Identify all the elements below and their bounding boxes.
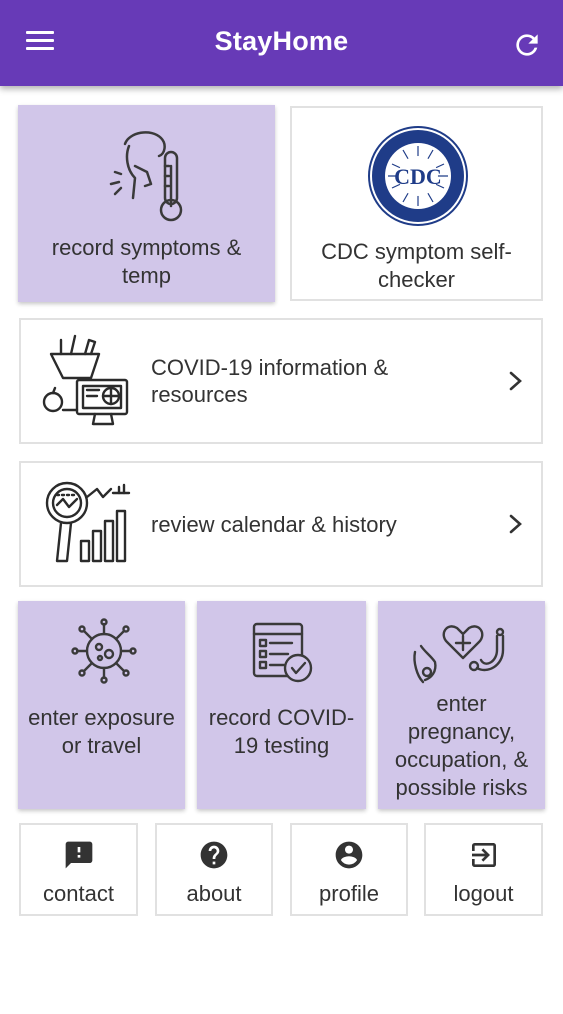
account-circle-icon	[335, 841, 363, 869]
app-title: StayHome	[214, 26, 349, 56]
covid-testing-tile[interactable]: record COVID-19 testing	[197, 601, 366, 809]
covid-info-label: COVID-19 information & resources	[151, 355, 389, 407]
app-bar: StayHome	[0, 0, 563, 86]
groceries-computer-icon	[42, 334, 129, 426]
covid-testing-label: record COVID-19 testing	[208, 705, 355, 758]
covid-info-row[interactable]: COVID-19 information & resources	[19, 318, 543, 444]
logout-button[interactable]: logout	[424, 823, 543, 916]
heart-stethoscope-icon	[413, 625, 505, 684]
review-calendar-row[interactable]: review calendar & history	[19, 461, 543, 587]
checklist-icon	[252, 622, 313, 683]
contact-label: contact	[43, 881, 114, 906]
chevron-right-icon	[509, 371, 522, 391]
record-symptoms-tile[interactable]: record symptoms & temp	[18, 105, 275, 302]
cdc-logo: CDC	[368, 126, 468, 226]
cdc-symptom-checker-tile[interactable]: CDC CDC symptom self-checker	[290, 106, 543, 301]
pregnancy-risks-label: enter pregnancy, occupation, & possible …	[394, 691, 529, 800]
review-calendar-label: review calendar & history	[151, 512, 397, 537]
exposure-travel-tile[interactable]: enter exposure or travel	[18, 601, 185, 809]
profile-button[interactable]: profile	[290, 823, 408, 916]
record-symptoms-label: record symptoms & temp	[51, 235, 242, 288]
virus-icon	[71, 618, 137, 684]
about-label: about	[186, 881, 242, 906]
sick-person-thermometer-icon	[109, 131, 183, 222]
chevron-right-icon	[509, 514, 522, 534]
contact-button[interactable]: contact	[19, 823, 138, 916]
profile-label: profile	[319, 881, 379, 906]
logout-icon	[471, 843, 496, 867]
refresh-icon[interactable]	[511, 29, 543, 61]
cdc-checker-label: CDC symptom self-checker	[321, 239, 512, 292]
feedback-icon	[65, 841, 92, 869]
pregnancy-risks-tile[interactable]: enter pregnancy, occupation, & possible …	[378, 601, 545, 809]
magnifier-chart-icon	[45, 481, 131, 563]
svg-text:CDC: CDC	[394, 164, 442, 189]
exposure-travel-label: enter exposure or travel	[28, 705, 175, 758]
help-icon	[200, 841, 228, 869]
about-button[interactable]: about	[155, 823, 273, 916]
logout-label: logout	[453, 881, 514, 906]
